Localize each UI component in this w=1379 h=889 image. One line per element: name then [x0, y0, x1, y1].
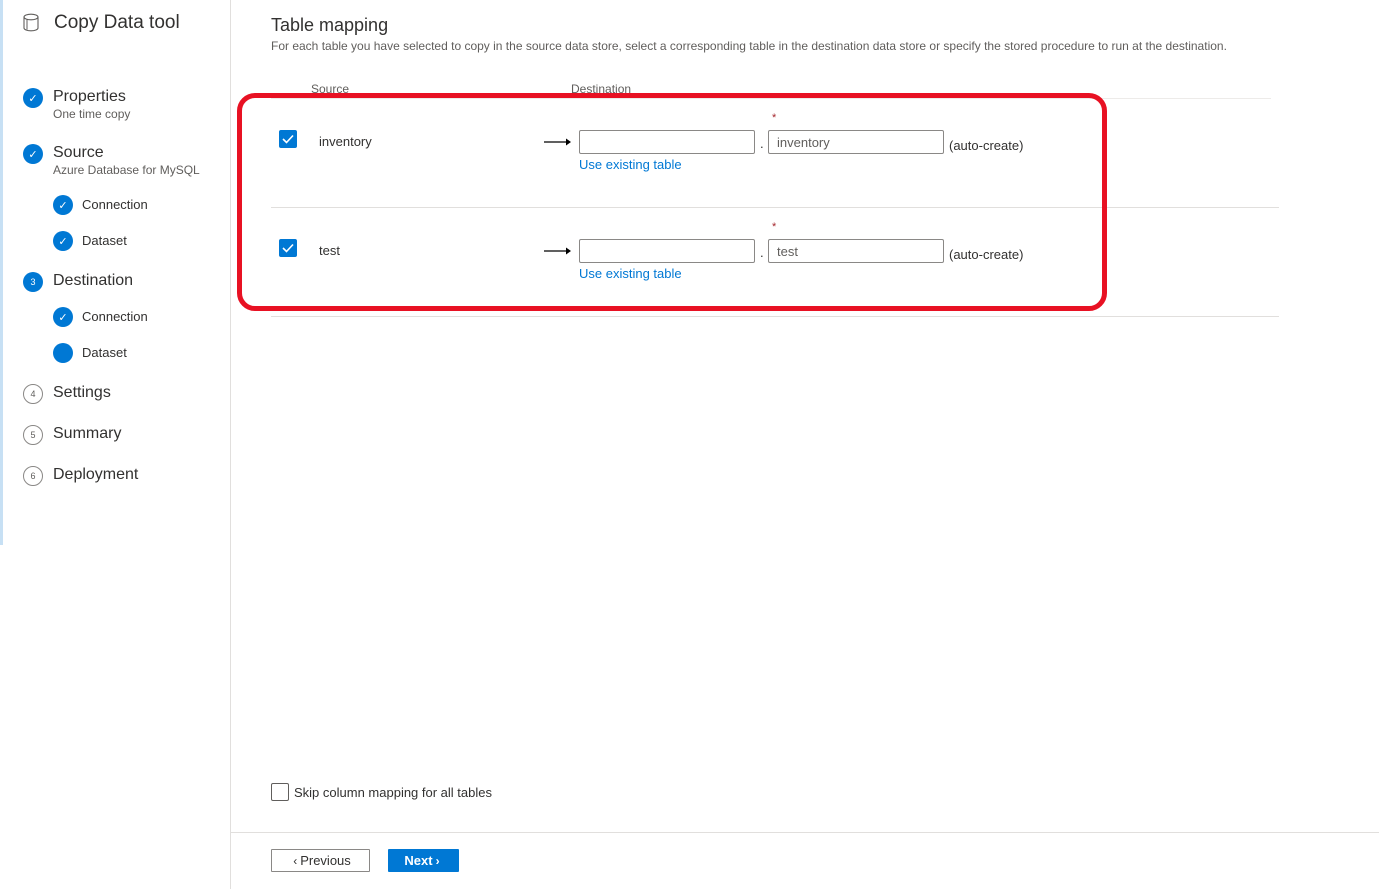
- next-button[interactable]: Next ›: [388, 849, 459, 872]
- step-number-icon: 3: [23, 272, 43, 292]
- substep-label: Dataset: [82, 233, 127, 248]
- required-marker: *: [772, 112, 777, 124]
- step-check-icon: ✓: [53, 307, 73, 327]
- skip-mapping-label: Skip column mapping for all tables: [294, 784, 492, 800]
- schema-table-separator: .: [760, 245, 764, 260]
- footer-divider: [231, 832, 1379, 833]
- previous-button-label: Previous: [300, 853, 351, 868]
- step-settings[interactable]: 4 Settings: [23, 383, 111, 404]
- row-checkbox[interactable]: [279, 130, 297, 148]
- page-description: For each table you have selected to copy…: [271, 39, 1227, 53]
- checkmark-icon: [282, 243, 294, 253]
- table-row: test . * (auto-create) Use existing tabl…: [271, 208, 1279, 317]
- chevron-left-icon: ‹: [293, 853, 298, 868]
- step-check-icon: ✓: [23, 144, 43, 164]
- step-current-icon: [53, 343, 73, 363]
- step-destination[interactable]: 3 Destination: [23, 271, 133, 292]
- main-panel: Table mapping For each table you have se…: [231, 0, 1379, 889]
- step-check-icon: ✓: [53, 231, 73, 251]
- destination-schema-input[interactable]: [579, 239, 755, 263]
- step-label: Properties: [53, 88, 126, 105]
- substep-source-dataset[interactable]: ✓ Dataset: [53, 230, 127, 251]
- step-number-icon: 4: [23, 384, 43, 404]
- step-label: Settings: [53, 384, 111, 401]
- arrow-right-icon: [544, 138, 571, 146]
- substep-destination-dataset[interactable]: Dataset: [53, 342, 127, 363]
- previous-button[interactable]: ‹ Previous: [271, 849, 370, 872]
- step-label: Destination: [53, 272, 134, 289]
- use-existing-table-link[interactable]: Use existing table: [579, 157, 682, 172]
- database-icon: [23, 13, 39, 32]
- row-checkbox[interactable]: [279, 239, 297, 257]
- destination-table-input[interactable]: [768, 130, 944, 154]
- checkmark-icon: [282, 134, 294, 144]
- required-marker: *: [772, 221, 777, 233]
- skip-mapping-checkbox[interactable]: [271, 783, 289, 801]
- substep-label: Dataset: [82, 345, 127, 360]
- column-header-source: Source: [311, 82, 350, 96]
- auto-create-label: (auto-create): [949, 247, 1024, 262]
- step-label: Source: [53, 144, 104, 161]
- skip-column-mapping[interactable]: Skip column mapping for all tables: [271, 783, 492, 801]
- step-sublabel: One time copy: [53, 107, 131, 121]
- substep-destination-connection[interactable]: ✓ Connection: [53, 306, 148, 327]
- wizard-sidebar: Copy Data tool ✓ Properties One time cop…: [0, 0, 231, 889]
- arrow-right-icon: [544, 247, 571, 255]
- destination-schema-input[interactable]: [579, 130, 755, 154]
- step-sublabel: Azure Database for MySQL: [53, 163, 200, 177]
- destination-table-input[interactable]: [768, 239, 944, 263]
- step-number-icon: 5: [23, 425, 43, 445]
- step-label: Deployment: [53, 466, 139, 483]
- app-title: Copy Data tool: [54, 12, 180, 33]
- source-table-name: test: [319, 243, 340, 258]
- page-title: Table mapping: [271, 15, 389, 35]
- sidebar-accent-bar: [0, 0, 3, 545]
- substep-label: Connection: [82, 309, 148, 324]
- schema-table-separator: .: [760, 136, 764, 151]
- use-existing-table-link[interactable]: Use existing table: [579, 266, 682, 281]
- next-button-label: Next: [404, 853, 433, 868]
- chevron-right-icon: ›: [435, 853, 440, 868]
- substep-source-connection[interactable]: ✓ Connection: [53, 194, 148, 215]
- step-source[interactable]: ✓ Source Azure Database for MySQL: [23, 143, 200, 178]
- table-row: inventory . * (auto-create) Use existing…: [271, 99, 1279, 208]
- source-table-name: inventory: [319, 134, 372, 149]
- step-number-icon: 6: [23, 466, 43, 486]
- step-check-icon: ✓: [53, 195, 73, 215]
- step-label: Summary: [53, 425, 122, 442]
- app-header: Copy Data tool: [20, 12, 180, 34]
- auto-create-label: (auto-create): [949, 138, 1024, 153]
- column-header-destination: Destination: [571, 82, 632, 96]
- step-summary[interactable]: 5 Summary: [23, 424, 121, 445]
- step-properties[interactable]: ✓ Properties One time copy: [23, 87, 130, 122]
- substep-label: Connection: [82, 197, 148, 212]
- step-check-icon: ✓: [23, 88, 43, 108]
- step-deployment[interactable]: 6 Deployment: [23, 465, 138, 486]
